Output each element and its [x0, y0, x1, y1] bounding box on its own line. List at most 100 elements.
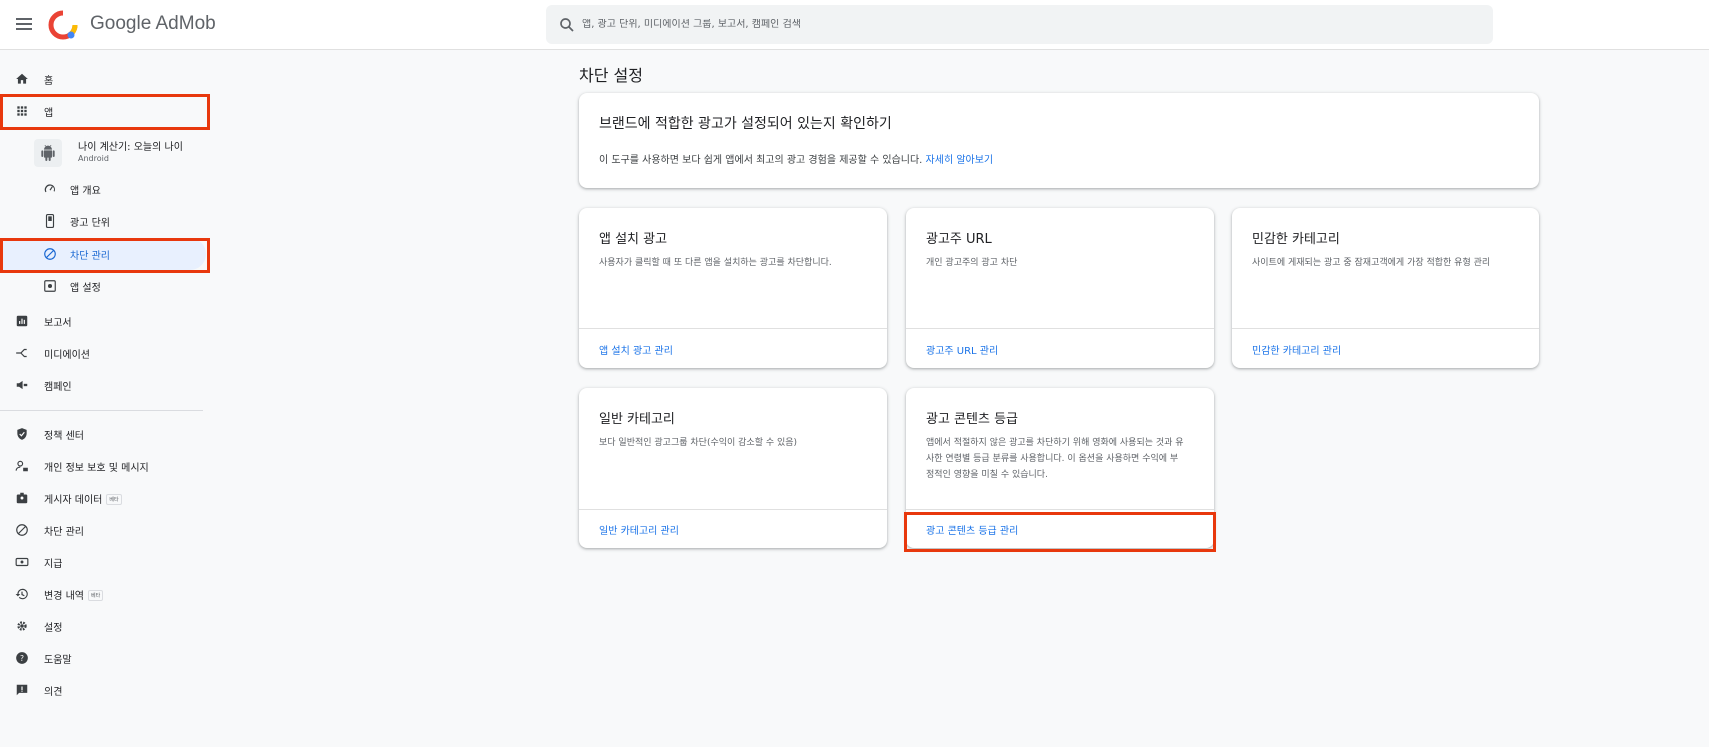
manage-general-categories-link[interactable]: 일반 카테고리 관리	[599, 522, 679, 537]
sidebar-item-label: 지급	[44, 558, 63, 570]
sidebar-item-policy-center[interactable]: 정책 센터	[0, 418, 206, 450]
sidebar-item-label: 미디에이션	[44, 349, 90, 361]
search-input[interactable]	[582, 19, 1462, 30]
page-title: 차단 설정	[579, 66, 643, 85]
intro-text: 이 도구를 사용하면 보다 쉽게 앱에서 최고의 광고 경험을 제공할 수 있습…	[599, 155, 994, 166]
card-title: 민감한 카테고리	[1252, 232, 1340, 247]
sidebar-item-blocking[interactable]: 차단 관리	[0, 238, 206, 270]
search-icon[interactable]	[558, 16, 576, 34]
sidebar-item-apps[interactable]: 앱	[0, 95, 206, 127]
sidebar-item-feedback[interactable]: 의견	[0, 674, 206, 706]
megaphone-icon	[14, 377, 30, 393]
sidebar-item-blocking-global[interactable]: 차단 관리	[0, 514, 206, 546]
search-bar[interactable]	[546, 5, 1493, 44]
sidebar-app-entry[interactable]: 나이 계산기: 오늘의 나이 Android	[34, 136, 204, 170]
sidebar-item-label: 도움말	[44, 654, 72, 666]
home-icon	[14, 71, 30, 87]
help-icon: ?	[14, 650, 30, 666]
card-ad-content-rating: 광고 콘텐츠 등급 앱에서 적절하지 않은 광고를 차단하기 위해 영화에 사용…	[906, 388, 1214, 548]
card-divider	[579, 328, 887, 329]
brand-name[interactable]: Google AdMob	[90, 13, 216, 35]
sidebar-item-label: 캠페인	[44, 381, 72, 393]
sidebar-item-payments[interactable]: 지급	[0, 546, 206, 578]
sidebar-divider	[0, 410, 203, 411]
manage-ad-content-rating-link[interactable]: 광고 콘텐츠 등급 관리	[926, 522, 1018, 537]
sidebar-item-label: 의견	[44, 686, 63, 698]
card-app-install-ads: 앱 설치 광고 사용자가 클릭할 때 또 다른 앱을 설치하는 광고를 차단합니…	[579, 208, 887, 368]
card-description: 앱에서 적절하지 않은 광고를 차단하기 위해 영화에 사용되는 것과 유사한 …	[926, 438, 1184, 480]
shield-check-icon	[14, 426, 30, 442]
feedback-icon	[14, 682, 30, 698]
sidebar-item-label: 차단 관리	[44, 526, 84, 538]
sidebar-item-app-settings[interactable]: 앱 설정	[0, 270, 206, 302]
mediation-icon	[14, 345, 30, 361]
sidebar-item-label: 앱 설정	[70, 282, 101, 294]
intro-card: 브랜드에 적합한 광고가 설정되어 있는지 확인하기 이 도구를 사용하면 보다…	[579, 93, 1539, 188]
beta-badge: 베타	[106, 494, 122, 505]
android-icon	[34, 139, 62, 167]
history-icon	[14, 586, 30, 602]
card-general-categories: 일반 카테고리 보다 일반적인 광고그룹 차단(수익이 감소할 수 있음) 일반…	[579, 388, 887, 548]
menu-icon[interactable]	[12, 12, 36, 36]
sidebar-item-label: 앱	[44, 107, 54, 119]
manage-advertiser-url-link[interactable]: 광고주 URL 관리	[926, 342, 998, 357]
sidebar-item-home[interactable]: 홈	[0, 63, 206, 95]
sidebar-item-mediation[interactable]: 미디에이션	[0, 337, 206, 369]
sidebar-item-settings[interactable]: 설정	[0, 610, 206, 642]
sidebar: 홈 앱 나이 계산기: 오늘의 나이 Android 앱 개요 광고 단위 차단…	[0, 50, 210, 747]
sidebar-item-reports[interactable]: 보고서	[0, 305, 206, 337]
sidebar-item-change-history[interactable]: 변경 내역 베타	[0, 578, 206, 610]
apps-grid-icon	[14, 103, 30, 119]
card-title: 광고주 URL	[926, 232, 992, 247]
card-title: 일반 카테고리	[599, 412, 675, 427]
settings-box-icon	[42, 278, 58, 294]
sidebar-item-label: 설정	[44, 622, 63, 634]
admob-logo-icon	[48, 10, 78, 40]
sidebar-item-help[interactable]: ? 도움말	[0, 642, 206, 674]
card-description: 보다 일반적인 광고그룹 차단(수익이 감소할 수 있음)	[599, 438, 798, 448]
card-description: 개인 광고주의 광고 차단	[926, 258, 1018, 268]
sidebar-item-label: 게시자 데이터 베타	[44, 491, 122, 506]
card-divider	[906, 509, 1214, 510]
beta-badge: 베타	[87, 590, 104, 601]
sidebar-item-label: 보고서	[44, 317, 72, 329]
sidebar-item-ad-units[interactable]: 광고 단위	[0, 205, 206, 237]
sidebar-item-label: 앱 개요	[70, 185, 101, 197]
svg-text:?: ?	[20, 654, 24, 663]
card-title: 앱 설치 광고	[599, 232, 668, 247]
id-badge-icon	[14, 490, 30, 506]
app-platform: Android	[78, 154, 109, 163]
card-divider	[579, 509, 887, 510]
person-lock-icon	[14, 458, 30, 474]
block-icon	[42, 246, 58, 262]
sidebar-item-label: 변경 내역 베타	[44, 587, 104, 602]
phone-icon	[42, 213, 58, 229]
sidebar-item-label: 개인 정보 보호 및 메시지	[44, 462, 149, 474]
manage-sensitive-categories-link[interactable]: 민감한 카테고리 관리	[1252, 342, 1341, 357]
top-app-bar: Google AdMob	[0, 0, 1709, 50]
intro-title: 브랜드에 적합한 광고가 설정되어 있는지 확인하기	[599, 116, 892, 132]
card-title: 광고 콘텐츠 등급	[926, 412, 1018, 427]
card-divider	[1232, 328, 1539, 329]
sidebar-item-app-overview[interactable]: 앱 개요	[0, 173, 206, 205]
bar-chart-icon	[14, 313, 30, 329]
dashboard-gauge-icon	[42, 181, 58, 197]
manage-app-install-ads-link[interactable]: 앱 설치 광고 관리	[599, 342, 673, 357]
gear-icon	[14, 618, 30, 634]
card-divider	[906, 328, 1214, 329]
sidebar-item-label: 홈	[44, 75, 54, 87]
sidebar-item-label: 차단 관리	[70, 250, 110, 262]
card-sensitive-categories: 민감한 카테고리 사이트에 게재되는 광고 중 잠재고객에게 가장 적합한 유형…	[1232, 208, 1539, 368]
card-description: 사용자가 클릭할 때 또 다른 앱을 설치하는 광고를 차단합니다.	[599, 258, 832, 268]
learn-more-link[interactable]: 자세히 알아보기	[926, 155, 994, 166]
sidebar-item-label: 정책 센터	[44, 430, 84, 442]
app-name: 나이 계산기: 오늘의 나이	[78, 142, 183, 153]
block-icon	[14, 522, 30, 538]
card-advertiser-url: 광고주 URL 개인 광고주의 광고 차단 광고주 URL 관리	[906, 208, 1214, 368]
sidebar-item-label: 광고 단위	[70, 217, 110, 229]
sidebar-item-privacy[interactable]: 개인 정보 보호 및 메시지	[0, 450, 206, 482]
payments-icon	[14, 554, 30, 570]
sidebar-item-publisher-data[interactable]: 게시자 데이터 베타	[0, 482, 206, 514]
sidebar-item-campaigns[interactable]: 캠페인	[0, 369, 206, 401]
card-description: 사이트에 게재되는 광고 중 잠재고객에게 가장 적합한 유형 관리	[1252, 258, 1491, 268]
